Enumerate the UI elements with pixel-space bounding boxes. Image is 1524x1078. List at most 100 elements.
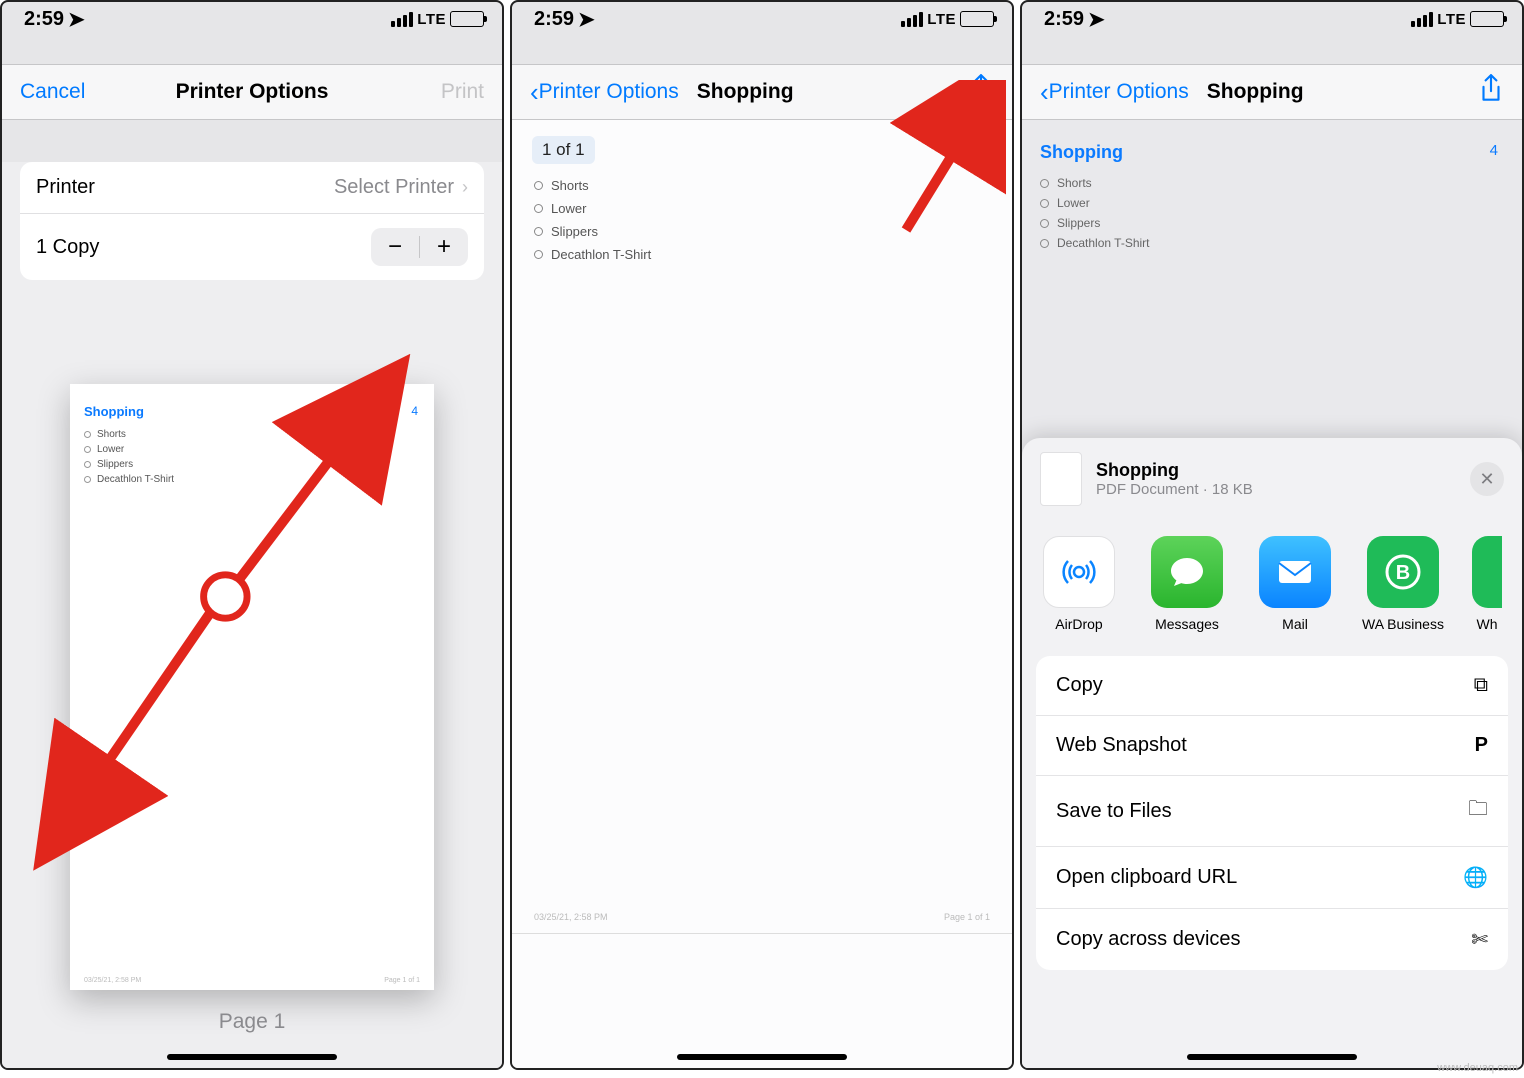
status-bar: 2:59 ➤ LTE — [2, 2, 502, 36]
share-icon — [1478, 74, 1504, 104]
back-label: Printer Options — [1049, 80, 1189, 104]
share-button[interactable] — [1478, 74, 1504, 110]
share-button[interactable] — [968, 74, 994, 110]
bullet-icon — [534, 204, 543, 213]
share-app-whatsapp[interactable]: Wh — [1472, 536, 1502, 632]
pdf-page-view[interactable]: 1 of 1 4 Shorts Lower Slippers Decathlon… — [512, 120, 1012, 1070]
battery-icon — [1470, 11, 1504, 27]
stepper-minus-button[interactable]: − — [371, 228, 419, 266]
action-copy-across-devices[interactable]: Copy across devices ✄ — [1036, 908, 1508, 970]
list-item: Decathlon T-Shirt — [1057, 236, 1150, 250]
action-open-clipboard-url[interactable]: Open clipboard URL 🌐 — [1036, 846, 1508, 908]
chevron-back-icon: ‹ — [530, 77, 539, 108]
list-item: Slippers — [1057, 216, 1100, 230]
close-share-button[interactable]: ✕ — [1470, 462, 1504, 496]
printer-label: Printer — [36, 176, 95, 199]
item-count: 4 — [1490, 142, 1498, 159]
scissors-icon: ✄ — [1471, 927, 1488, 952]
folder-icon: 🗀 — [1468, 794, 1488, 828]
back-button[interactable]: ‹ Printer Options — [530, 77, 679, 108]
list-title: Shopping — [1040, 142, 1123, 162]
copies-row: 1 Copy − + — [20, 213, 484, 280]
print-preview-page[interactable]: Shopping 4 Shorts Lower Slippers Decathl… — [70, 384, 434, 990]
document-thumbnail — [1040, 452, 1082, 506]
action-web-snapshot[interactable]: Web Snapshot P — [1036, 715, 1508, 775]
action-label: Open clipboard URL — [1056, 866, 1237, 889]
messages-icon — [1151, 536, 1223, 608]
location-icon: ➤ — [1088, 7, 1105, 32]
bullet-icon — [84, 431, 91, 438]
app-label: Messages — [1155, 616, 1219, 632]
print-button[interactable]: Print — [441, 80, 484, 104]
item-count: 4 — [975, 136, 984, 154]
list-item: Decathlon T-Shirt — [551, 247, 651, 262]
cellular-signal-icon — [901, 12, 923, 27]
bullet-icon — [84, 461, 91, 468]
nav-bar: ‹ Printer Options Shopping — [512, 64, 1012, 120]
list-item: Shorts — [1057, 176, 1092, 190]
whatsapp-business-icon: B — [1367, 536, 1439, 608]
snapshot-icon: P — [1475, 734, 1488, 757]
bullet-icon — [534, 181, 543, 190]
share-app-messages[interactable]: Messages — [1148, 536, 1226, 632]
status-time: 2:59 — [534, 8, 574, 31]
preview-footer-date: 03/25/21, 2:58 PM — [84, 977, 141, 984]
status-time: 2:59 — [1044, 8, 1084, 31]
action-label: Web Snapshot — [1056, 734, 1187, 757]
globe-icon: 🌐 — [1463, 865, 1488, 890]
action-label: Copy — [1056, 674, 1103, 697]
share-app-wa-business[interactable]: B WA Business — [1364, 536, 1442, 632]
nav-bar: ‹ Printer Options Shopping — [1022, 64, 1522, 120]
page-number-label: Page 1 — [70, 1010, 434, 1034]
content-area: Printer Select Printer › 1 Copy − + Shop… — [2, 162, 502, 1070]
chevron-right-icon: › — [462, 177, 468, 198]
airdrop-icon — [1043, 536, 1115, 608]
action-label: Copy across devices — [1056, 928, 1241, 951]
location-icon: ➤ — [68, 7, 85, 32]
share-sheet-header: Shopping PDF Document · 18 KB ✕ — [1022, 452, 1522, 522]
stepper-plus-button[interactable]: + — [420, 228, 468, 266]
battery-icon — [450, 11, 484, 27]
content-area: Shopping 4 Shorts Lower Slippers Decathl… — [1022, 120, 1522, 1070]
home-indicator[interactable] — [167, 1054, 337, 1060]
share-icon — [968, 74, 994, 104]
bullet-icon — [1040, 179, 1049, 188]
screenshot-2: 2:59 ➤ LTE ‹ Printer Options Shopping 1 … — [510, 0, 1014, 1070]
preview-list-title: Shopping — [84, 404, 420, 419]
home-indicator[interactable] — [1187, 1054, 1357, 1060]
screenshot-3: 2:59 ➤ LTE ‹ Printer Options Shopping Sh… — [1020, 0, 1524, 1070]
bullet-icon — [534, 250, 543, 259]
share-app-mail[interactable]: Mail — [1256, 536, 1334, 632]
home-indicator[interactable] — [677, 1054, 847, 1060]
cancel-button[interactable]: Cancel — [20, 80, 85, 104]
bullet-icon — [84, 446, 91, 453]
app-label: WA Business — [1362, 616, 1444, 632]
page-indicator-pill: 1 of 1 — [532, 136, 595, 164]
screenshot-1: 2:59 ➤ LTE Cancel Printer Options Print … — [0, 0, 504, 1070]
app-label: Wh — [1477, 616, 1498, 632]
back-button[interactable]: ‹ Printer Options — [1040, 77, 1189, 108]
list-item: Lower — [1057, 196, 1090, 210]
battery-icon — [960, 11, 994, 27]
copies-label: 1 Copy — [36, 236, 99, 259]
network-label: LTE — [417, 11, 446, 28]
reminder-list: Shorts Lower Slippers Decathlon T-Shirt — [534, 174, 1000, 266]
reminder-list: Shorts Lower Slippers Decathlon T-Shirt — [1040, 173, 1504, 253]
preview-item: Shorts — [97, 429, 126, 440]
close-icon: ✕ — [1479, 469, 1494, 490]
printer-row[interactable]: Printer Select Printer › — [20, 162, 484, 213]
preview-list: Shorts Lower Slippers Decathlon T-Shirt — [84, 427, 420, 487]
copy-icon: ⧉ — [1474, 674, 1488, 697]
share-apps-row[interactable]: AirDrop Messages Mail B — [1022, 522, 1522, 640]
network-label: LTE — [927, 11, 956, 28]
mail-icon — [1259, 536, 1331, 608]
bullet-icon — [84, 476, 91, 483]
action-copy[interactable]: Copy ⧉ — [1036, 656, 1508, 715]
chevron-back-icon: ‹ — [1040, 77, 1049, 108]
action-save-to-files[interactable]: Save to Files 🗀 — [1036, 775, 1508, 846]
preview-item: Decathlon T-Shirt — [97, 474, 174, 485]
action-label: Save to Files — [1056, 800, 1172, 823]
share-actions-card: Copy ⧉ Web Snapshot P Save to Files 🗀 Op… — [1036, 656, 1508, 970]
app-label: AirDrop — [1055, 616, 1102, 632]
share-app-airdrop[interactable]: AirDrop — [1040, 536, 1118, 632]
